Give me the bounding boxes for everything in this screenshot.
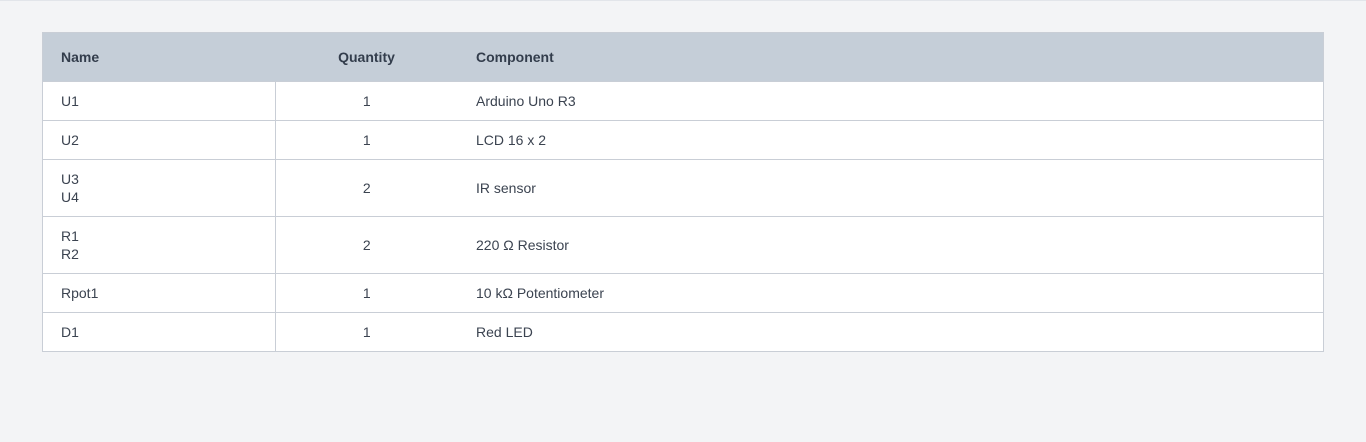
table-row: U1 1 Arduino Uno R3 [43,80,1323,120]
component-cell: Arduino Uno R3 [458,80,1323,120]
components-table: Name Quantity Component U1 1 Arduino Uno… [43,33,1323,351]
designator: U4 [61,188,79,205]
component-cell: LCD 16 x 2 [458,119,1323,159]
designator: U3 [61,170,79,187]
name-cell: U1 [43,80,276,120]
component-cell: 10 kΩ Potentiometer [458,272,1323,312]
designator: D1 [61,323,79,340]
quantity-cell: 1 [275,272,458,312]
bill-of-materials-table: Name Quantity Component U1 1 Arduino Uno… [42,32,1324,352]
header-quantity[interactable]: Quantity [275,33,458,81]
table-body: U1 1 Arduino Uno R3 U2 1 LCD 16 x 2 U3 U… [43,80,1323,351]
header-name[interactable]: Name [43,33,275,81]
component-cell: IR sensor [458,158,1323,216]
table-row: D1 1 Red LED [43,311,1323,351]
quantity-cell: 2 [275,215,458,273]
quantity-cell: 1 [275,119,458,159]
name-cell: U3 U4 [43,158,276,216]
name-cell: D1 [43,311,276,351]
component-cell: 220 Ω Resistor [458,215,1323,273]
table-row: Rpot1 1 10 kΩ Potentiometer [43,272,1323,312]
designator: R2 [61,245,79,262]
name-cell: R1 R2 [43,215,276,273]
header-component[interactable]: Component [458,33,1323,81]
designator: R1 [61,227,79,244]
designator: U1 [61,92,79,109]
quantity-cell: 2 [275,158,458,216]
table-row: R1 R2 2 220 Ω Resistor [43,215,1323,273]
quantity-cell: 1 [275,80,458,120]
name-cell: Rpot1 [43,272,276,312]
component-cell: Red LED [458,311,1323,351]
table-row: U2 1 LCD 16 x 2 [43,119,1323,159]
designator: Rpot1 [61,284,99,301]
table-header: Name Quantity Component [43,33,1323,81]
quantity-cell: 1 [275,311,458,351]
designator: U2 [61,131,79,148]
table-row: U3 U4 2 IR sensor [43,158,1323,216]
name-cell: U2 [43,119,276,159]
header-row: Name Quantity Component [43,33,1323,81]
